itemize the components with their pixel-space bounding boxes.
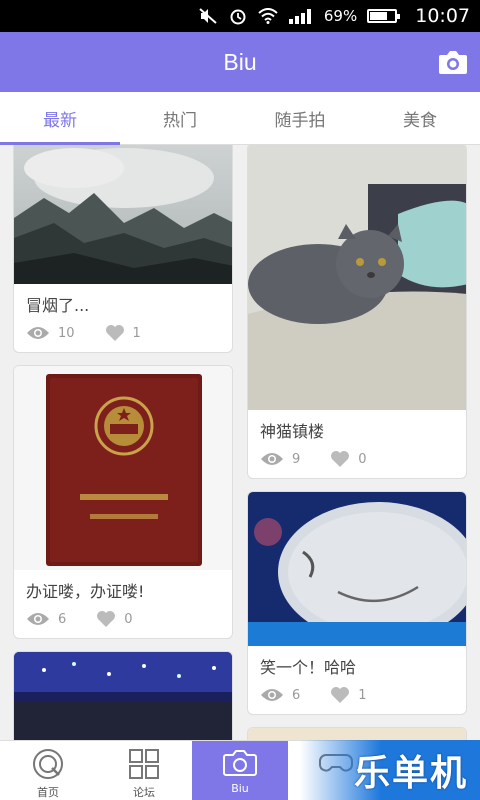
nav-home[interactable]: 首页 xyxy=(0,741,96,800)
post-stats: 10 1 xyxy=(14,318,232,352)
like-stat[interactable]: 0 xyxy=(330,450,367,468)
tab-hot[interactable]: 热门 xyxy=(120,92,240,144)
eye-icon xyxy=(261,689,283,701)
alarm-icon xyxy=(228,8,248,25)
status-bar: 69% 10:07 xyxy=(0,0,480,32)
heart-icon xyxy=(105,325,124,341)
post-card[interactable] xyxy=(13,651,233,740)
view-stat: 6 xyxy=(260,687,300,703)
nav-biu[interactable]: Biu xyxy=(192,741,288,800)
heart-icon xyxy=(331,687,350,703)
home-icon xyxy=(33,749,63,779)
nav-label: 首页 xyxy=(37,786,59,799)
camera-icon xyxy=(439,51,467,74)
view-stat: 9 xyxy=(260,451,300,467)
post-card[interactable]: 神猫镇楼 9 0 xyxy=(247,145,467,479)
clock: 10:07 xyxy=(415,5,470,27)
feed-column-left: 冒烟了... 10 1 办证喽，办证喽! 6 0 xyxy=(13,145,233,740)
battery-percent: 69% xyxy=(323,7,358,25)
post-title: 办证喽，办证喽! xyxy=(26,582,145,601)
post-image-sketch xyxy=(248,728,466,740)
post-image-certificate xyxy=(14,366,232,570)
heart-icon xyxy=(97,611,116,627)
post-image-lights xyxy=(14,652,232,740)
tab-latest[interactable]: 最新 xyxy=(0,92,120,145)
post-title: 神猫镇楼 xyxy=(260,422,325,441)
feed-column-right: 神猫镇楼 9 0 笑一个！哈哈 6 1 xyxy=(247,145,467,740)
eye-icon xyxy=(27,327,49,339)
post-card[interactable]: 办证喽，办证喽! 6 0 xyxy=(13,365,233,639)
nav-label: 论坛 xyxy=(133,786,155,799)
post-card[interactable]: 冒烟了... 10 1 xyxy=(13,145,233,353)
feed: 冒烟了... 10 1 办证喽，办证喽! 6 0 神猫镇楼 9 0 笑一个！哈哈… xyxy=(0,145,480,740)
post-card[interactable] xyxy=(247,727,467,740)
like-stat[interactable]: 0 xyxy=(96,610,133,628)
camera-icon xyxy=(223,750,257,776)
post-stats: 9 0 xyxy=(248,444,466,478)
camera-button[interactable] xyxy=(438,48,468,76)
like-stat[interactable]: 1 xyxy=(105,324,141,342)
post-stats: 6 1 xyxy=(248,680,466,714)
view-count: 9 xyxy=(292,451,301,467)
view-count: 6 xyxy=(292,687,301,703)
like-stat[interactable]: 1 xyxy=(330,686,367,704)
signal-icon xyxy=(288,8,314,24)
battery-icon xyxy=(367,9,401,23)
eye-icon xyxy=(261,453,283,465)
post-image-mountains xyxy=(14,145,232,284)
wifi-icon xyxy=(258,8,278,24)
app-header: Biu xyxy=(0,32,480,92)
like-count: 1 xyxy=(132,325,141,341)
post-title: 冒烟了... xyxy=(26,296,90,315)
view-stat: 6 xyxy=(26,611,66,627)
view-count: 10 xyxy=(58,325,75,341)
nav-label: Biu xyxy=(231,782,249,795)
like-count: 0 xyxy=(358,451,367,467)
post-image-face xyxy=(248,492,466,646)
watermark-text: 乐单机 xyxy=(353,753,468,794)
nav-forum[interactable]: 论坛 xyxy=(96,741,192,800)
post-card[interactable]: 笑一个！哈哈 6 1 xyxy=(247,491,467,715)
tab-bar: 最新 热门 随手拍 美食 xyxy=(0,92,480,145)
watermark-logo: 乐单机 xyxy=(300,740,480,800)
tab-food[interactable]: 美食 xyxy=(360,92,480,144)
grid-icon xyxy=(129,749,159,779)
like-count: 1 xyxy=(358,687,367,703)
post-image-cat xyxy=(248,145,466,410)
eye-icon xyxy=(27,613,49,625)
post-stats: 6 0 xyxy=(14,604,232,638)
view-count: 6 xyxy=(58,611,67,627)
page-title: Biu xyxy=(223,48,257,75)
like-count: 0 xyxy=(124,611,133,627)
view-stat: 10 xyxy=(26,325,75,341)
tab-snapshot[interactable]: 随手拍 xyxy=(240,92,360,144)
post-title: 笑一个！哈哈 xyxy=(260,658,357,677)
mute-icon xyxy=(198,8,218,24)
heart-icon xyxy=(331,451,350,467)
